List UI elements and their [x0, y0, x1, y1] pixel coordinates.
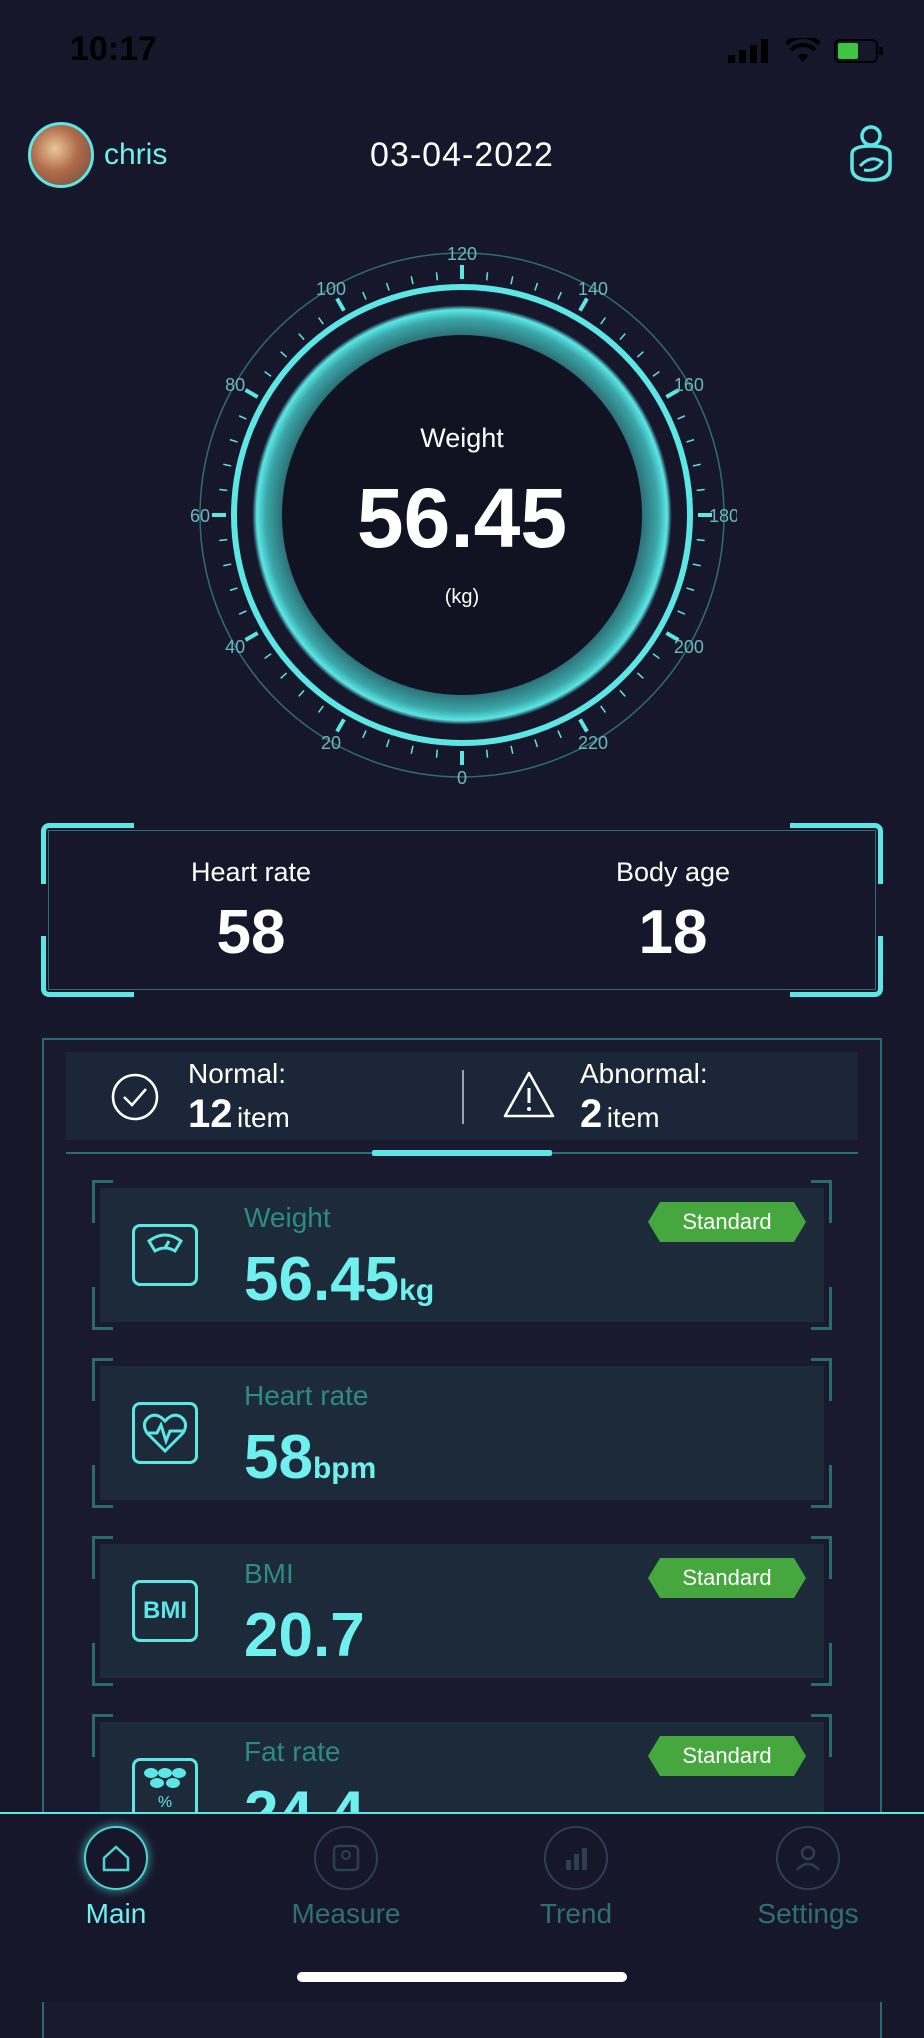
metric-card-heart-rate[interactable]: Heart rate 58bpm: [100, 1366, 824, 1500]
scale-icon: [132, 1224, 198, 1286]
bmi-icon: BMI: [132, 1580, 198, 1642]
home-indicator: [297, 1972, 627, 1982]
metric-unit: kg: [399, 1274, 435, 1307]
nav-label: Settings: [757, 1898, 859, 1929]
nav-settings[interactable]: Settings: [708, 1826, 908, 1930]
heart-rate-icon: [132, 1402, 198, 1464]
metric-value: 58bpm: [244, 1422, 376, 1493]
metric-number: 24.4: [244, 1779, 365, 1812]
status-badge: Standard: [648, 1202, 806, 1242]
metric-number: 56.45: [244, 1245, 400, 1314]
nav-label: Trend: [539, 1898, 613, 1929]
metric-unit: bpm: [312, 1452, 377, 1485]
metric-title: Fat rate: [244, 1736, 341, 1767]
metric-list: Weight 56.45kg Standard Heart rate 58bpm…: [0, 0, 924, 1812]
nav-label: Main: [85, 1898, 147, 1929]
nav-trend[interactable]: Trend: [476, 1826, 676, 1930]
scale-icon: [314, 1826, 378, 1890]
metric-value: 20.7: [244, 1600, 365, 1671]
nav-measure[interactable]: Measure: [246, 1826, 446, 1930]
status-badge: Standard: [648, 1736, 806, 1776]
metric-title: BMI: [244, 1558, 294, 1589]
chart-icon: [544, 1826, 608, 1890]
metric-title: Weight: [244, 1202, 331, 1233]
metric-title: Heart rate: [244, 1380, 369, 1411]
metric-card-weight[interactable]: Weight 56.45kg Standard: [100, 1188, 824, 1322]
nav-label: Measure: [291, 1898, 401, 1929]
metric-card-fat-rate[interactable]: % Fat rate 24.4% Standard: [100, 1722, 824, 1812]
home-icon: [84, 1826, 148, 1890]
fat-rate-icon: %: [132, 1758, 198, 1812]
status-badge: Standard: [648, 1558, 806, 1598]
nav-main[interactable]: Main: [16, 1826, 216, 1930]
metric-value: 24.4%: [244, 1778, 391, 1812]
metric-value: 56.45kg: [244, 1244, 434, 1315]
metric-card-bmi[interactable]: BMI BMI 20.7 Standard: [100, 1544, 824, 1678]
user-icon: [776, 1826, 840, 1890]
metric-number: 58: [244, 1423, 313, 1492]
metric-number: 20.7: [244, 1601, 365, 1670]
svg-text:%: %: [158, 1794, 172, 1811]
